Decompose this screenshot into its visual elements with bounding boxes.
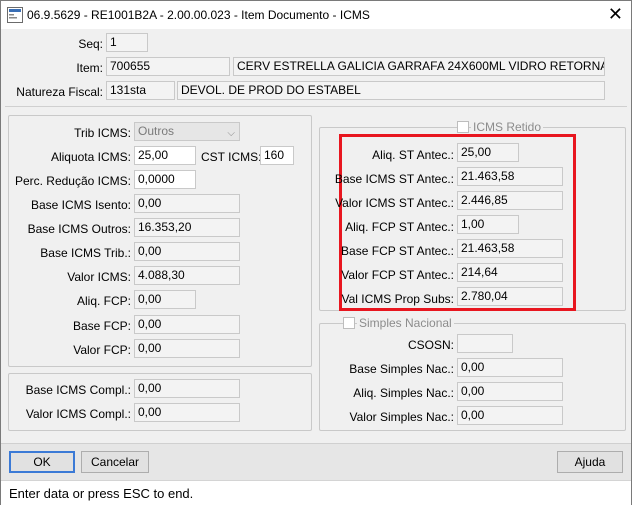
cancel-button[interactable]: Cancelar [81, 451, 149, 473]
valor-icms-st-antec-field[interactable]: 2.446,85 [457, 191, 563, 210]
app-icon [7, 7, 23, 23]
base-icms-trib-label: Base ICMS Trib.: [40, 246, 131, 260]
aliq-fcp-st-antec-field[interactable]: 1,00 [457, 215, 519, 234]
valor-icms-compl-label: Valor ICMS Compl.: [25, 407, 131, 421]
valor-fcp-st-antec-label: Valor FCP ST Antec.: [341, 268, 454, 282]
base-simples-nac-label: Base Simples Nac.: [349, 362, 454, 376]
help-button[interactable]: Ajuda [557, 451, 623, 473]
base-icms-outros-field[interactable]: 16.353,20 [134, 218, 240, 237]
status-text: Enter data or press ESC to end. [9, 486, 194, 501]
natureza-label: Natureza Fiscal: [16, 85, 103, 99]
valor-fcp-field[interactable]: 0,00 [134, 339, 240, 358]
aliq-fcp-st-antec-label: Aliq. FCP ST Antec.: [345, 220, 454, 234]
simples-nacional-checkbox[interactable] [343, 317, 355, 329]
ok-button[interactable]: OK [9, 451, 75, 473]
button-bar: OK Cancelar Ajuda [1, 443, 631, 480]
cst-icms-label: CST ICMS: [201, 150, 262, 164]
val-icms-prop-subs-field[interactable]: 2.780,04 [457, 287, 563, 306]
csosn-label: CSOSN: [407, 338, 454, 352]
header-divider [5, 106, 627, 107]
window-title: 06.9.5629 - RE1001B2A - 2.00.00.023 - It… [27, 8, 370, 22]
base-simples-nac-field[interactable]: 0,00 [457, 358, 563, 377]
cst-icms-field[interactable]: 160 [260, 146, 294, 165]
title-bar: 06.9.5629 - RE1001B2A - 2.00.00.023 - It… [1, 1, 631, 29]
valor-icms-compl-field[interactable]: 0,00 [134, 403, 240, 422]
item-code-field[interactable]: 700655 [106, 57, 230, 76]
valor-simples-nac-label: Valor Simples Nac.: [349, 410, 454, 424]
aliquota-icms-field[interactable]: 25,00 [134, 146, 196, 165]
trib-icms-select[interactable]: Outros ⌵ [134, 122, 240, 141]
base-icms-isento-label: Base ICMS Isento: [30, 198, 131, 212]
base-icms-outros-label: Base ICMS Outros: [27, 222, 131, 236]
valor-icms-label: Valor ICMS: [67, 270, 131, 284]
aliq-simples-nac-field[interactable]: 0,00 [457, 382, 563, 401]
aliquota-icms-label: Aliquota ICMS: [50, 150, 131, 164]
aliq-st-antec-label: Aliq. ST Antec.: [372, 148, 454, 162]
trib-icms-label: Trib ICMS: [74, 126, 131, 140]
base-icms-isento-field[interactable]: 0,00 [134, 194, 240, 213]
trib-icms-value: Outros [138, 124, 175, 138]
base-fcp-st-antec-label: Base FCP ST Antec.: [341, 244, 454, 258]
status-bar: Enter data or press ESC to end. [1, 480, 631, 505]
item-label: Item: [76, 61, 103, 75]
perc-reducao-label: Perc. Redução ICMS: [14, 174, 131, 188]
aliq-simples-nac-label: Aliq. Simples Nac.: [353, 386, 454, 400]
chevron-down-icon: ⌵ [227, 128, 235, 139]
base-icms-compl-label: Base ICMS Compl.: [25, 383, 131, 397]
seq-field[interactable]: 1 [106, 33, 148, 52]
base-fcp-st-antec-field[interactable]: 21.463,58 [457, 239, 563, 258]
icms-retido-checkbox[interactable] [457, 121, 469, 133]
perc-reducao-field[interactable]: 0,0000 [134, 170, 196, 189]
base-icms-trib-field[interactable]: 0,00 [134, 242, 240, 261]
base-fcp-label: Base FCP: [72, 319, 131, 333]
base-icms-st-antec-label: Base ICMS ST Antec.: [334, 172, 454, 186]
valor-fcp-st-antec-field[interactable]: 214,64 [457, 263, 563, 282]
valor-icms-st-antec-label: Valor ICMS ST Antec.: [335, 196, 454, 210]
simples-nacional-label: Simples Nacional [357, 316, 454, 330]
base-icms-compl-field[interactable]: 0,00 [134, 379, 240, 398]
valor-icms-field[interactable]: 4.088,30 [134, 266, 240, 285]
dialog-window: 06.9.5629 - RE1001B2A - 2.00.00.023 - It… [0, 0, 632, 505]
valor-fcp-label: Valor FCP: [73, 343, 131, 357]
aliq-fcp-label: Aliq. FCP: [76, 294, 131, 308]
item-description-field: CERV ESTRELLA GALICIA GARRAFA 24X600ML V… [233, 57, 605, 76]
base-fcp-field[interactable]: 0,00 [134, 315, 240, 334]
csosn-field[interactable] [457, 334, 513, 353]
natureza-description-field: DEVOL. DE PROD DO ESTABEL [177, 81, 605, 100]
icms-retido-label: ICMS Retido [471, 120, 544, 134]
aliq-fcp-field[interactable]: 0,00 [134, 290, 196, 309]
aliq-st-antec-field[interactable]: 25,00 [457, 143, 519, 162]
valor-simples-nac-field[interactable]: 0,00 [457, 406, 563, 425]
val-icms-prop-subs-label: Val ICMS Prop Subs: [341, 292, 455, 306]
seq-label: Seq: [78, 37, 103, 51]
close-icon[interactable]: ✕ [608, 4, 623, 24]
natureza-code-field[interactable]: 131sta [106, 81, 175, 100]
base-icms-st-antec-field[interactable]: 21.463,58 [457, 167, 563, 186]
